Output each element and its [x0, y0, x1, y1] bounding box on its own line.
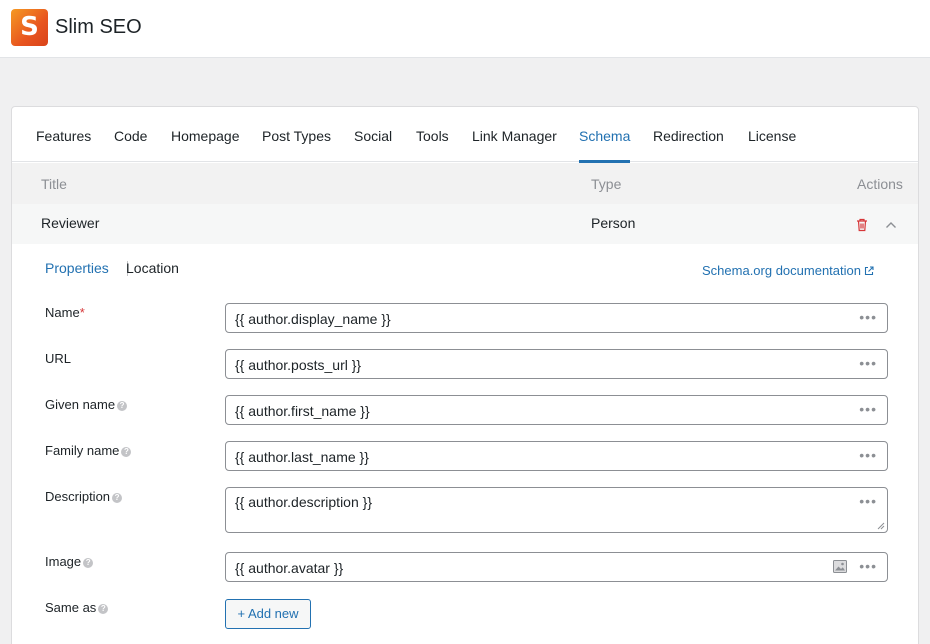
name-field[interactable]: {{ author.display_name }} •••	[225, 303, 888, 333]
url-value: {{ author.posts_url }}	[235, 357, 362, 373]
app-title: Slim SEO	[55, 16, 142, 38]
image-field[interactable]: {{ author.avatar }} •••	[225, 552, 888, 582]
table-header: Title Type Actions	[12, 163, 918, 204]
tab-license[interactable]: License	[748, 128, 796, 144]
column-type: Type	[591, 176, 622, 192]
help-icon[interactable]: ?	[121, 447, 132, 457]
help-icon[interactable]: ?	[83, 558, 94, 568]
tab-redirection[interactable]: Redirection	[653, 128, 724, 144]
image-picker-icon[interactable]	[833, 560, 847, 573]
column-title: Title	[41, 176, 67, 192]
doc-link-label: Schema.org documentation	[702, 263, 861, 278]
image-label: Image?	[45, 554, 94, 569]
description-label: Description?	[45, 489, 123, 504]
tab-post-types[interactable]: Post Types	[262, 128, 331, 144]
top-bar: S Slim SEO	[0, 0, 930, 58]
chevron-up-icon[interactable]	[885, 219, 897, 231]
tab-link-manager[interactable]: Link Manager	[472, 128, 557, 144]
help-icon[interactable]: ?	[98, 604, 109, 614]
given-name-label: Given name?	[45, 397, 128, 412]
url-label: URL	[45, 351, 72, 366]
settings-card: Features Code Homepage Post Types Social…	[11, 106, 919, 644]
schema-doc-link[interactable]: Schema.org documentation	[702, 263, 874, 278]
trash-icon[interactable]	[856, 218, 868, 232]
family-name-label: Family name?	[45, 443, 132, 458]
same-as-label: Same as?	[45, 600, 109, 615]
column-actions: Actions	[857, 176, 903, 192]
name-label: Name*	[45, 305, 85, 320]
given-name-field[interactable]: {{ author.first_name }} •••	[225, 395, 888, 425]
tab-features[interactable]: Features	[36, 128, 91, 144]
family-name-field[interactable]: {{ author.last_name }} •••	[225, 441, 888, 471]
more-icon[interactable]: •••	[859, 310, 877, 324]
external-link-icon	[864, 266, 874, 276]
more-icon[interactable]: •••	[859, 448, 877, 462]
more-icon[interactable]: •••	[859, 559, 877, 573]
help-icon[interactable]: ?	[117, 401, 128, 411]
tab-schema[interactable]: Schema	[579, 128, 630, 144]
schema-type: Person	[591, 215, 636, 231]
given-name-value: {{ author.first_name }}	[235, 403, 370, 419]
tab-bar: Features Code Homepage Post Types Social…	[12, 107, 918, 163]
more-icon[interactable]: •••	[859, 356, 877, 370]
name-value: {{ author.display_name }}	[235, 311, 391, 327]
add-new-button[interactable]: + Add new	[225, 599, 311, 629]
image-value: {{ author.avatar }}	[235, 560, 344, 576]
tab-code[interactable]: Code	[114, 128, 147, 144]
tab-tools[interactable]: Tools	[416, 128, 449, 144]
required-marker: *	[79, 305, 85, 320]
schema-title: Reviewer	[41, 215, 100, 231]
family-name-value: {{ author.last_name }}	[235, 449, 369, 465]
subtab-properties[interactable]: Properties	[45, 260, 109, 276]
more-icon[interactable]: •••	[859, 494, 877, 508]
tab-social[interactable]: Social	[354, 128, 392, 144]
description-value: {{ author.description }}	[235, 494, 372, 510]
subtab-location[interactable]: Location	[126, 260, 179, 276]
help-icon[interactable]: ?	[112, 493, 123, 503]
url-field[interactable]: {{ author.posts_url }} •••	[225, 349, 888, 379]
description-textarea[interactable]: {{ author.description }} •••	[225, 487, 888, 533]
table-row[interactable]: Reviewer Person	[12, 204, 918, 244]
resize-handle-icon[interactable]	[875, 520, 885, 530]
more-icon[interactable]: •••	[859, 402, 877, 416]
slim-seo-logo: S	[11, 9, 48, 46]
tab-homepage[interactable]: Homepage	[171, 128, 240, 144]
